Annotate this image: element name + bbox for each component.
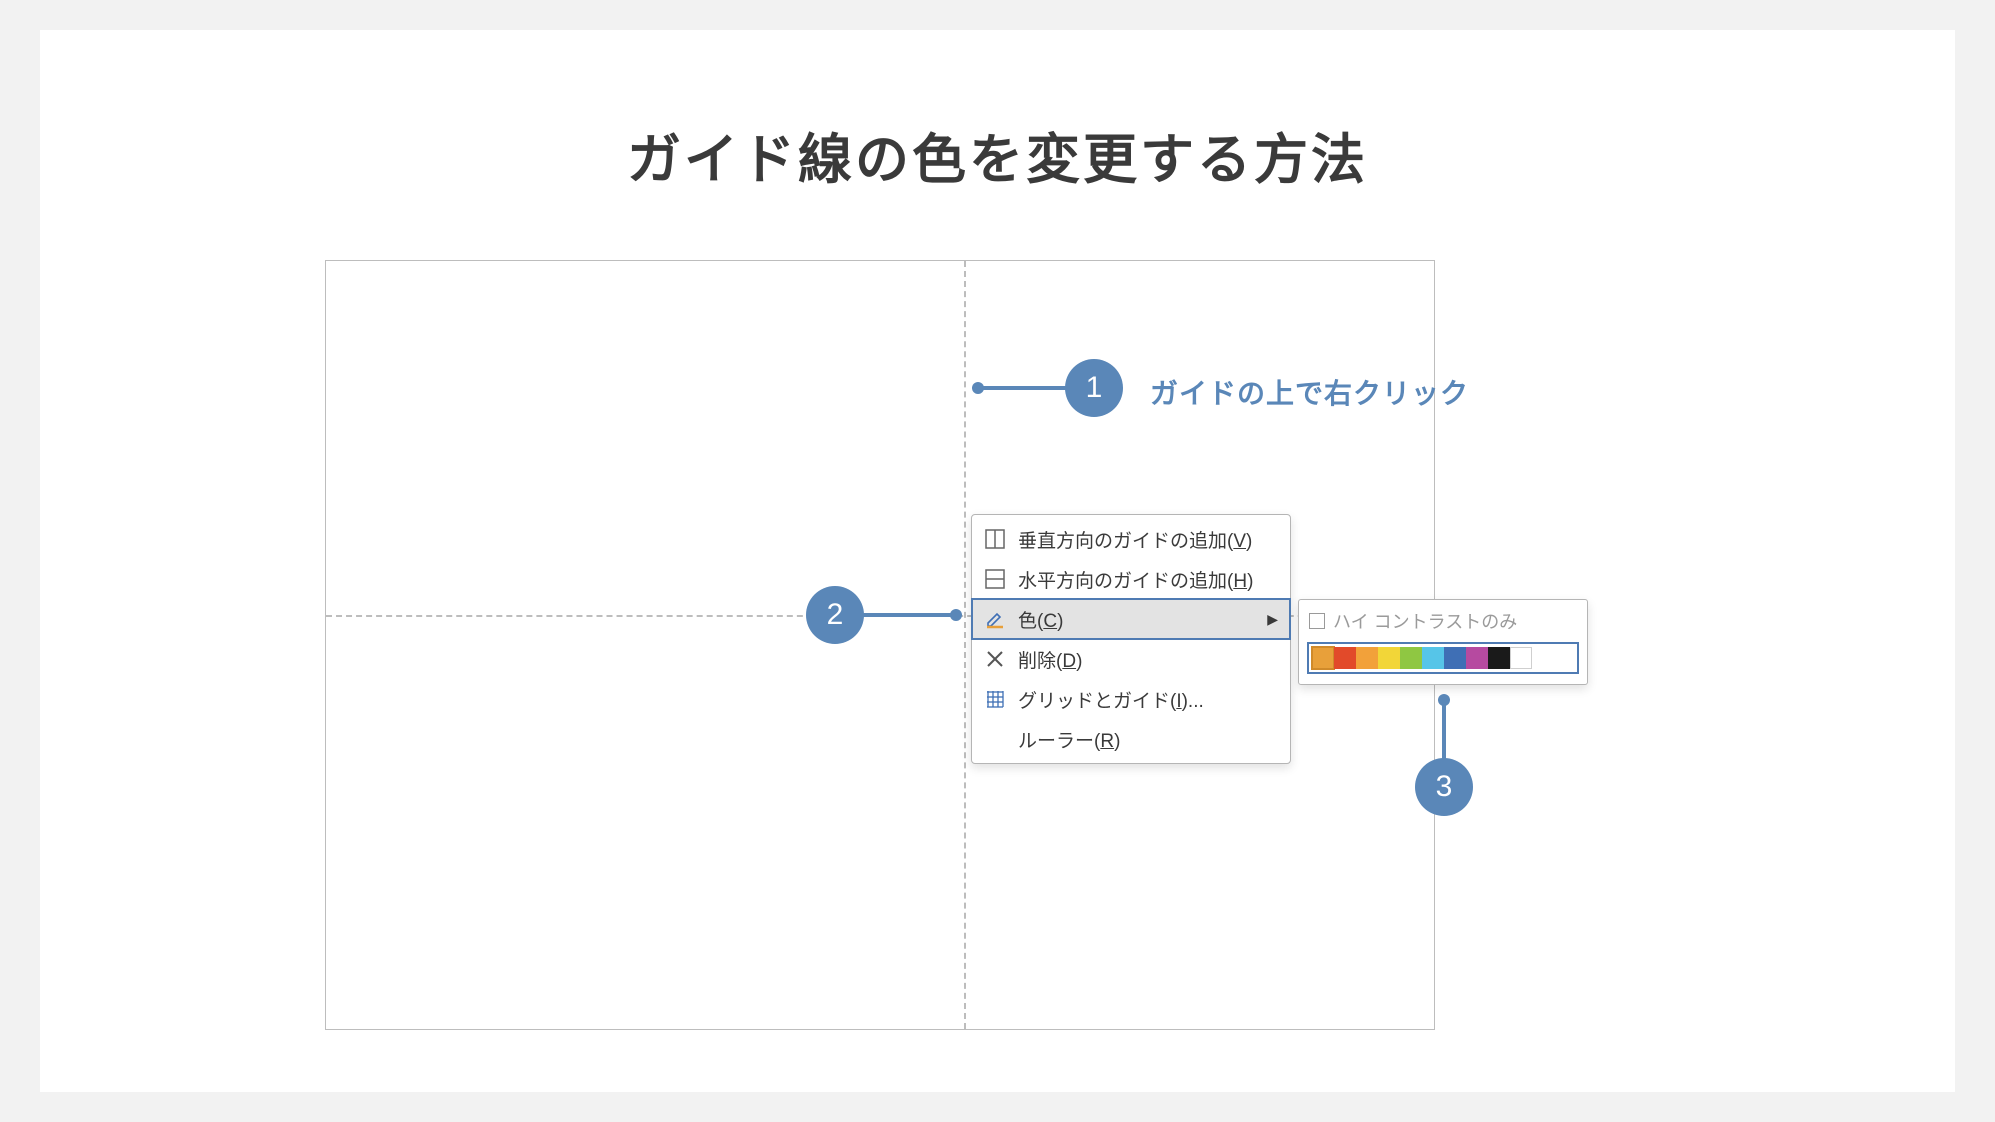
menu-item-ruler[interactable]: ルーラー(R) bbox=[972, 719, 1290, 759]
color-swatch[interactable] bbox=[1378, 647, 1400, 669]
menu-label: 色(C) bbox=[1018, 606, 1255, 633]
step-badge-2: 2 bbox=[806, 586, 864, 644]
color-swatch[interactable] bbox=[1422, 647, 1444, 669]
menu-item-add-horizontal-guide[interactable]: 水平方向のガイドの追加(H) bbox=[972, 559, 1290, 599]
color-flyout: ハイ コントラストのみ bbox=[1298, 599, 1588, 685]
close-icon bbox=[984, 648, 1006, 670]
color-swatch[interactable] bbox=[1488, 647, 1510, 669]
menu-label: 垂直方向のガイドの追加(V) bbox=[1018, 526, 1278, 553]
blank-icon bbox=[984, 728, 1006, 750]
context-menu: 垂直方向のガイドの追加(V) 水平方向のガイドの追加(H) 色(C) ▶ 削除 bbox=[971, 514, 1291, 764]
menu-label: グリッドとガイド(I)... bbox=[1018, 686, 1278, 713]
horizontal-guide-icon bbox=[984, 568, 1006, 590]
connector-line bbox=[980, 386, 1070, 390]
grid-icon bbox=[984, 688, 1006, 710]
color-swatch[interactable] bbox=[1334, 647, 1356, 669]
step-number: 2 bbox=[827, 598, 844, 632]
menu-item-grid-and-guides[interactable]: グリッドとガイド(I)... bbox=[972, 679, 1290, 719]
connector-line bbox=[863, 613, 953, 617]
step-number: 1 bbox=[1086, 371, 1103, 405]
color-swatch[interactable] bbox=[1312, 647, 1334, 669]
connector-dot bbox=[950, 609, 962, 621]
slide: ガイド線の色を変更する方法 1 ガイドの上で右クリック 2 垂直方向のガイドの追… bbox=[40, 30, 1955, 1092]
menu-label: 水平方向のガイドの追加(H) bbox=[1018, 566, 1278, 593]
vertical-guide-icon bbox=[984, 528, 1006, 550]
color-swatch[interactable] bbox=[1356, 647, 1378, 669]
chevron-right-icon: ▶ bbox=[1267, 611, 1278, 628]
menu-item-color[interactable]: 色(C) ▶ bbox=[972, 599, 1290, 639]
step-badge-3: 3 bbox=[1415, 758, 1473, 816]
page-title: ガイド線の色を変更する方法 bbox=[40, 115, 1955, 194]
step-badge-1: 1 bbox=[1065, 359, 1123, 417]
high-contrast-label: ハイ コントラストのみ bbox=[1333, 608, 1517, 634]
step-number: 3 bbox=[1436, 770, 1453, 804]
menu-label: ルーラー(R) bbox=[1018, 726, 1278, 753]
connector-line bbox=[1442, 702, 1446, 762]
vertical-guide[interactable] bbox=[964, 261, 966, 1029]
color-swatch[interactable] bbox=[1444, 647, 1466, 669]
pencil-icon bbox=[984, 608, 1006, 630]
color-swatch[interactable] bbox=[1510, 647, 1532, 669]
menu-item-delete[interactable]: 削除(D) bbox=[972, 639, 1290, 679]
color-swatch[interactable] bbox=[1466, 647, 1488, 669]
high-contrast-row[interactable]: ハイ コントラストのみ bbox=[1307, 606, 1579, 642]
color-swatch[interactable] bbox=[1400, 647, 1422, 669]
menu-item-add-vertical-guide[interactable]: 垂直方向のガイドの追加(V) bbox=[972, 519, 1290, 559]
step-1-label: ガイドの上で右クリック bbox=[1150, 372, 1469, 412]
menu-label: 削除(D) bbox=[1018, 646, 1278, 673]
color-swatch-row bbox=[1307, 642, 1579, 674]
checkbox-icon[interactable] bbox=[1309, 613, 1325, 629]
